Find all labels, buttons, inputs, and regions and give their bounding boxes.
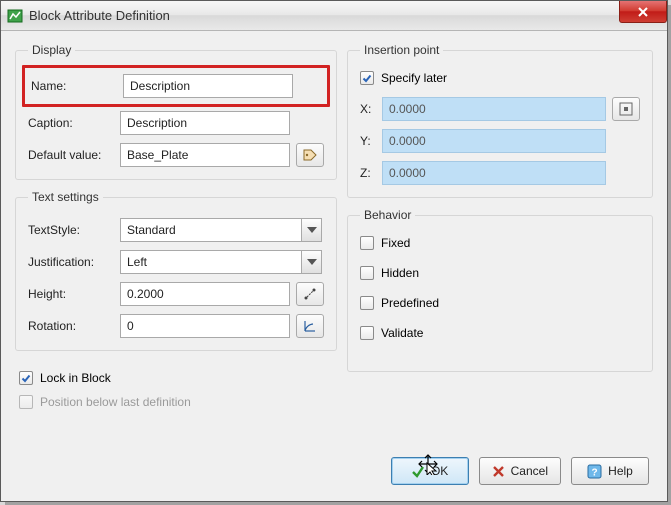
fixed-label: Fixed [381, 236, 410, 250]
text-settings-legend: Text settings [28, 190, 103, 204]
pick-angle-icon [302, 318, 318, 334]
height-input[interactable] [120, 282, 290, 306]
chevron-down-icon [301, 251, 321, 273]
height-label: Height: [28, 287, 114, 301]
dialog-window: Block Attribute Definition Display Name: [0, 0, 668, 502]
specify-later-checkbox[interactable] [360, 71, 374, 85]
validate-label: Validate [381, 326, 423, 340]
chevron-down-icon [301, 219, 321, 241]
hidden-label: Hidden [381, 266, 419, 280]
name-highlight: Name: [22, 65, 330, 107]
help-label: Help [608, 464, 633, 478]
default-value-field-button[interactable] [296, 143, 324, 167]
check-icon [411, 464, 425, 478]
app-icon [7, 8, 23, 24]
display-group: Display Name: Caption: Default value: [15, 43, 337, 180]
name-input[interactable] [123, 74, 293, 98]
help-icon: ? [587, 464, 602, 479]
ok-label: OK [431, 464, 448, 478]
window-title: Block Attribute Definition [29, 8, 170, 23]
caption-label: Caption: [28, 116, 114, 130]
y-input [382, 129, 606, 153]
default-value-input[interactable] [120, 143, 290, 167]
pick-point-icon [618, 101, 634, 117]
name-label: Name: [31, 79, 117, 93]
z-label: Z: [360, 166, 376, 180]
x-input [382, 97, 606, 121]
textstyle-value: Standard [127, 223, 176, 237]
cancel-button[interactable]: Cancel [479, 457, 561, 485]
titlebar[interactable]: Block Attribute Definition [1, 1, 667, 31]
window-close-button[interactable] [619, 1, 667, 23]
rotation-label: Rotation: [28, 319, 114, 333]
justification-value: Left [127, 255, 147, 269]
textstyle-select[interactable]: Standard [120, 218, 322, 242]
tag-icon [302, 147, 318, 163]
text-settings-group: Text settings TextStyle: Standard Justif… [15, 190, 337, 351]
cancel-label: Cancel [511, 464, 548, 478]
lock-in-block-label: Lock in Block [40, 371, 111, 385]
rotation-input[interactable] [120, 314, 290, 338]
caption-input[interactable] [120, 111, 290, 135]
justification-select[interactable]: Left [120, 250, 322, 274]
x-icon [492, 465, 505, 478]
ok-button[interactable]: OK [391, 457, 469, 485]
specify-later-label: Specify later [381, 71, 447, 85]
display-legend: Display [28, 43, 75, 57]
default-value-label: Default value: [28, 148, 114, 162]
validate-checkbox[interactable] [360, 326, 374, 340]
button-bar: OK Cancel ? Help [391, 457, 649, 485]
svg-text:?: ? [592, 467, 598, 478]
predefined-checkbox[interactable] [360, 296, 374, 310]
predefined-label: Predefined [381, 296, 439, 310]
behavior-group: Behavior Fixed Hidden Predefined [347, 208, 653, 372]
close-icon [637, 6, 649, 18]
rotation-pick-button[interactable] [296, 314, 324, 338]
pick-point-button[interactable] [612, 97, 640, 121]
lock-in-block-checkbox[interactable] [19, 371, 33, 385]
height-pick-button[interactable] [296, 282, 324, 306]
y-label: Y: [360, 134, 376, 148]
pick-height-icon [302, 286, 318, 302]
insertion-point-legend: Insertion point [360, 43, 443, 57]
justification-label: Justification: [28, 255, 114, 269]
hidden-checkbox[interactable] [360, 266, 374, 280]
fixed-checkbox[interactable] [360, 236, 374, 250]
position-below-label: Position below last definition [40, 395, 191, 409]
help-button[interactable]: ? Help [571, 457, 649, 485]
position-below-checkbox [19, 395, 33, 409]
textstyle-label: TextStyle: [28, 223, 114, 237]
z-input [382, 161, 606, 185]
behavior-legend: Behavior [360, 208, 415, 222]
insertion-point-group: Insertion point Specify later X: [347, 43, 653, 198]
dialog-body: Display Name: Caption: Default value: [1, 31, 667, 501]
x-label: X: [360, 102, 376, 116]
